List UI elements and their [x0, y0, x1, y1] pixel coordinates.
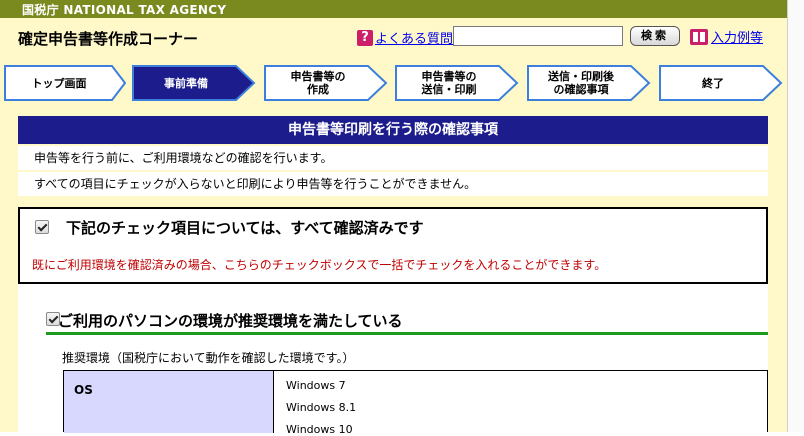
info-line: 申告等を行う前に、ご利用環境などの確認を行います。 [18, 146, 768, 170]
book-icon [690, 28, 708, 45]
step-send-print: 申告書等の 送信・印刷 [395, 65, 519, 101]
divider [46, 332, 768, 335]
os-item: Windows 10 [286, 423, 353, 436]
search-input[interactable] [453, 26, 623, 46]
faq-link-label[interactable]: よくある質問 [375, 28, 453, 47]
search-button[interactable]: 検索 [630, 26, 680, 46]
confirm-all-checkbox[interactable] [35, 220, 49, 234]
environment-table: OS Windows 7 Windows 8.1 Windows 10 [63, 370, 768, 436]
step-label: 事前準備 [164, 76, 208, 90]
agency-name: 国税庁 NATIONAL TAX AGENCY [22, 3, 227, 17]
step-label: 申告書等の 送信・印刷 [421, 70, 477, 96]
confirm-all-label: 下記のチェック項目については、すべて確認済みです [66, 219, 424, 237]
input-examples-link[interactable]: 入力例等 [690, 27, 763, 46]
table-label-cell: OS [64, 371, 274, 433]
os-item: Windows 8.1 [286, 401, 357, 414]
step-label: 終了 [702, 76, 724, 90]
step-top: トップ画面 [4, 65, 126, 101]
os-item: Windows 7 [286, 379, 346, 392]
environment-title: ご利用のパソコンの環境が推奨環境を満たしている [58, 312, 403, 330]
environment-description: 推奨環境（国税庁において動作を確認した環境です。） [62, 351, 355, 365]
step-preparation: 事前準備 [132, 65, 256, 101]
os-label: OS [74, 383, 93, 397]
step-label: 申告書等の 作成 [290, 70, 346, 96]
input-examples-label[interactable]: 入力例等 [711, 27, 763, 46]
step-finish: 終了 [659, 65, 783, 101]
question-icon: ? [357, 29, 373, 46]
step-label: トップ画面 [31, 76, 87, 90]
app-header: 確定申告書等作成コーナー ? よくある質問 検索 入力例等 [0, 18, 787, 58]
confirm-all-box: 下記のチェック項目については、すべて確認済みです 既にご利用環境を確認済みの場合… [18, 207, 768, 284]
step-label: 送信・印刷後 の確認事項 [548, 70, 614, 96]
main-content: 申告書等印刷を行う際の確認事項 申告等を行う前に、ご利用環境などの確認を行います… [0, 108, 787, 436]
section-title: 申告書等印刷を行う際の確認事項 [18, 116, 768, 144]
agency-banner: 国税庁 NATIONAL TAX AGENCY [0, 0, 787, 18]
app-title: 確定申告書等作成コーナー [18, 30, 199, 48]
faq-link[interactable]: ? よくある質問 [357, 28, 453, 47]
scrollbar[interactable] [787, 0, 804, 432]
progress-steps: トップ画面 事前準備 申告書等の 作成 申告書等の 送信・印刷 送信・印刷後 の… [0, 58, 787, 108]
step-create: 申告書等の 作成 [264, 65, 388, 101]
confirm-all-note: 既にご利用環境を確認済みの場合、こちらのチェックボックスで一括でチェックを入れる… [32, 258, 607, 272]
info-line: すべての項目にチェックが入らないと印刷により申告等を行うことができません。 [18, 172, 768, 196]
step-post-confirm: 送信・印刷後 の確認事項 [527, 65, 651, 101]
